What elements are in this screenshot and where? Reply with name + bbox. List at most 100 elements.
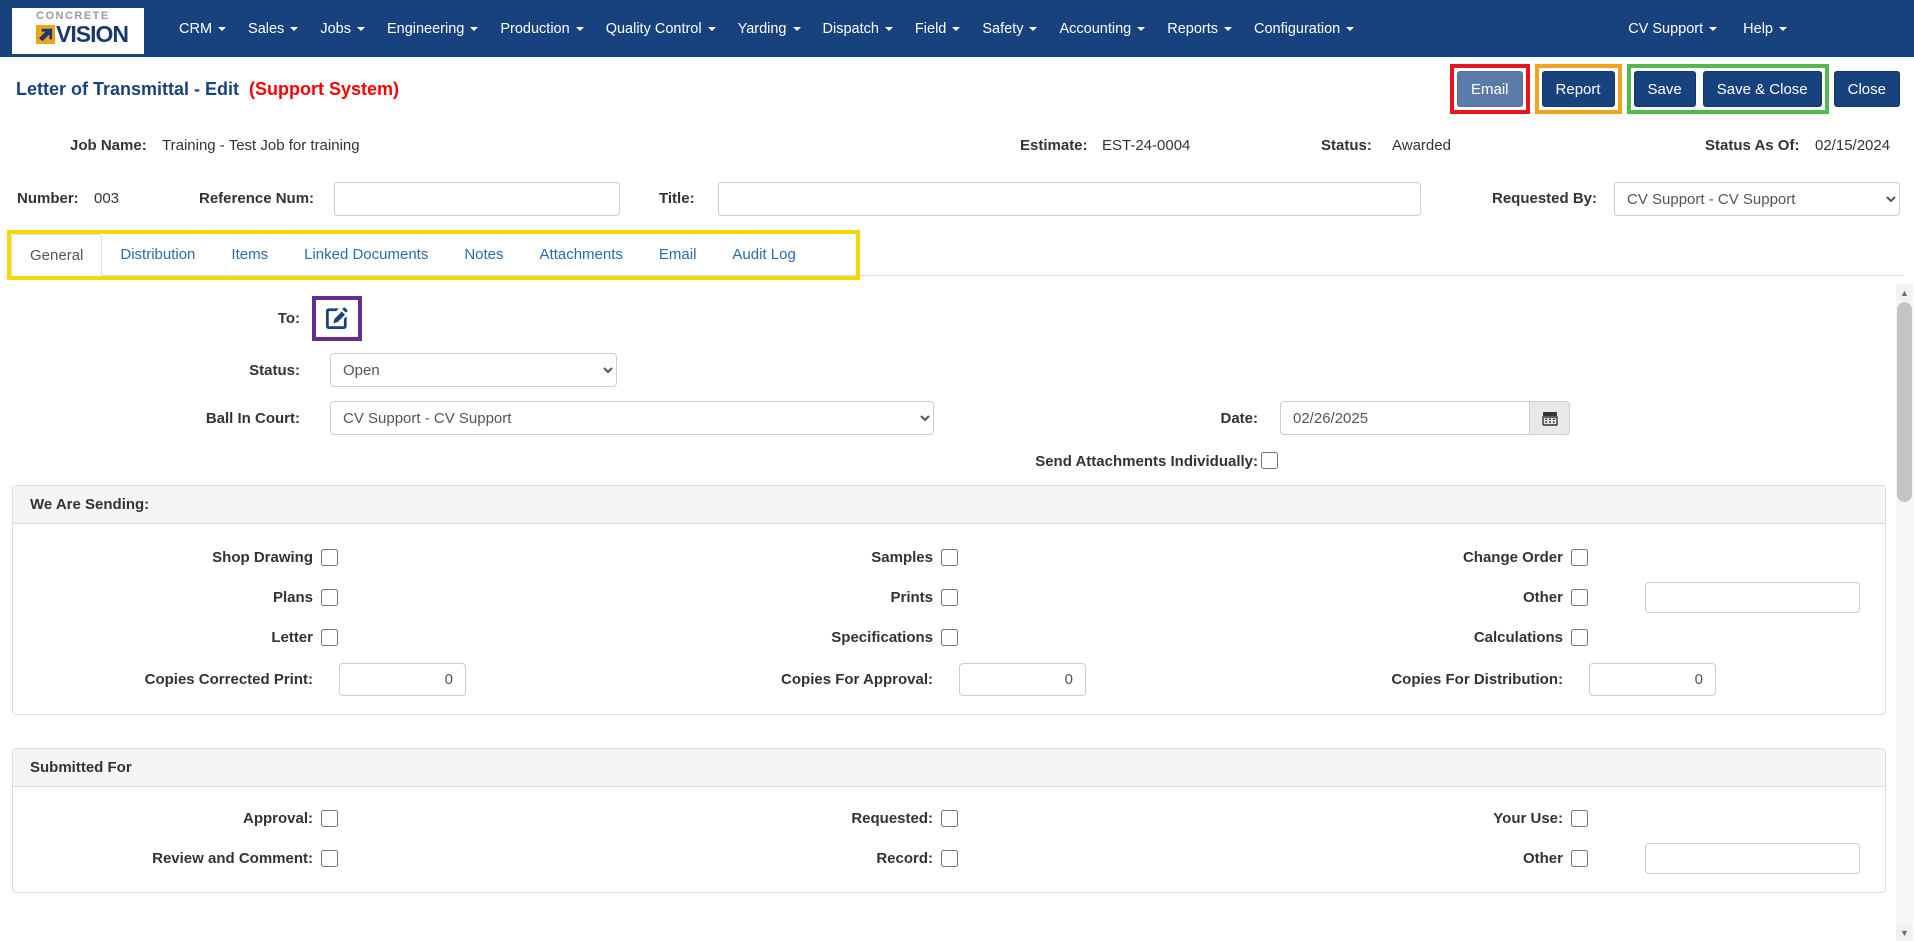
status-label: Status: xyxy=(1321,137,1372,154)
annotation-red-box: Email xyxy=(1450,64,1530,114)
tab-audit-log[interactable]: Audit Log xyxy=(714,234,813,276)
nav-item-sales[interactable]: Sales xyxy=(239,13,307,45)
status-select[interactable]: Open xyxy=(330,353,617,387)
report-button[interactable]: Report xyxy=(1541,71,1615,107)
save-button[interactable]: Save xyxy=(1633,71,1696,107)
send-attachments-label: Send Attachments Individually: xyxy=(1035,452,1258,470)
requested-by-select[interactable]: CV Support - CV Support xyxy=(1614,182,1900,216)
calculations-checkbox[interactable] xyxy=(1571,628,1588,646)
tab-linked-documents[interactable]: Linked Documents xyxy=(286,234,446,276)
caret-down-icon xyxy=(1709,26,1718,31)
nav-right-menu: CV Support Help xyxy=(1619,13,1914,45)
caret-down-icon xyxy=(1224,26,1232,31)
prints-checkbox[interactable] xyxy=(941,588,958,606)
caret-down-icon xyxy=(218,26,227,31)
nav-item-crm[interactable]: CRM xyxy=(170,13,235,45)
nav-item-accounting[interactable]: Accounting xyxy=(1050,13,1154,45)
copies-corrected-print-label: Copies Corrected Print: xyxy=(144,670,313,688)
caret-down-icon xyxy=(470,26,479,31)
nav-item-configuration[interactable]: Configuration xyxy=(1245,13,1363,45)
reference-num-label: Reference Num: xyxy=(199,190,315,207)
number-value: 003 xyxy=(94,190,120,207)
estimate-value: EST-24-0004 xyxy=(1102,137,1191,154)
nav-item-production[interactable]: Production xyxy=(491,13,592,45)
annotation-yellow-box: General Distribution Items Linked Docume… xyxy=(7,230,860,280)
tab-notes[interactable]: Notes xyxy=(446,234,521,276)
date-input[interactable] xyxy=(1280,401,1530,435)
estimate-label: Estimate: xyxy=(1020,137,1088,154)
nav-item-yarding[interactable]: Yarding xyxy=(729,13,810,45)
tab-general[interactable]: General xyxy=(11,234,103,276)
tabs-row: General Distribution Items Linked Docume… xyxy=(0,229,1914,281)
calendar-button[interactable] xyxy=(1530,401,1570,435)
we-are-sending-header: We Are Sending: xyxy=(13,486,1885,524)
tab-attachments[interactable]: Attachments xyxy=(522,234,641,276)
annotation-orange-box: Report xyxy=(1534,64,1622,114)
plans-checkbox[interactable] xyxy=(321,588,338,606)
calendar-icon xyxy=(1541,412,1558,426)
caret-down-icon xyxy=(290,26,299,31)
letter-checkbox[interactable] xyxy=(321,628,338,646)
nav-item-jobs[interactable]: Jobs xyxy=(311,13,374,45)
vertical-scrollbar[interactable]: ▲ ▼ xyxy=(1896,284,1913,941)
tab-items[interactable]: Items xyxy=(213,234,286,276)
submitted-for-panel: Submitted For Approval: Requested: Your … xyxy=(12,748,1886,893)
nav-item-safety[interactable]: Safety xyxy=(973,13,1046,45)
submitted-other-checkbox[interactable] xyxy=(1571,849,1588,867)
copies-for-distribution-input[interactable] xyxy=(1589,662,1716,696)
scrollbar-down-button[interactable]: ▼ xyxy=(1896,924,1913,941)
tab-email[interactable]: Email xyxy=(641,234,715,276)
shop-drawing-checkbox[interactable] xyxy=(321,548,338,566)
job-info-row: Job Name: Training - Test Job for traini… xyxy=(0,137,1914,157)
save-and-close-button[interactable]: Save & Close xyxy=(1702,71,1822,107)
caret-down-icon xyxy=(707,26,716,31)
to-label: To: xyxy=(277,309,300,327)
change-order-checkbox[interactable] xyxy=(1571,548,1588,566)
ball-in-court-select[interactable]: CV Support - CV Support xyxy=(330,401,934,435)
requested-checkbox[interactable] xyxy=(941,809,958,827)
reference-num-input[interactable] xyxy=(334,182,620,216)
review-and-comment-checkbox[interactable] xyxy=(321,849,338,867)
title-input[interactable] xyxy=(718,182,1421,216)
edit-to-button[interactable] xyxy=(326,307,348,329)
caret-down-icon xyxy=(575,26,584,31)
page-title: Letter of Transmittal - Edit xyxy=(16,78,240,99)
caret-down-icon xyxy=(792,26,801,31)
samples-checkbox[interactable] xyxy=(941,548,958,566)
nav-item-field[interactable]: Field xyxy=(906,13,969,45)
logo-arrow-icon xyxy=(36,24,55,44)
submitted-row-2: Review and Comment: Record: Other xyxy=(13,841,1885,875)
submitted-other-input[interactable] xyxy=(1645,842,1860,874)
nav-item-dispatch[interactable]: Dispatch xyxy=(814,13,902,45)
nav-item-help[interactable]: Help xyxy=(1734,13,1796,45)
tab-distribution[interactable]: Distribution xyxy=(102,234,213,276)
caret-down-icon xyxy=(1029,26,1038,31)
requested-by-label: Requested By: xyxy=(1492,190,1598,207)
scrollbar-thumb[interactable] xyxy=(1897,302,1912,502)
copies-for-approval-input[interactable] xyxy=(959,662,1086,696)
sending-other-checkbox[interactable] xyxy=(1571,588,1588,606)
nav-item-engineering[interactable]: Engineering xyxy=(378,13,487,45)
approval-checkbox[interactable] xyxy=(321,809,338,827)
close-button[interactable]: Close xyxy=(1833,71,1900,107)
nav-item-user[interactable]: CV Support xyxy=(1619,13,1726,45)
annotation-purple-box xyxy=(312,295,362,341)
copies-corrected-print-input[interactable] xyxy=(339,662,466,696)
send-attachments-checkbox[interactable] xyxy=(1261,452,1278,469)
shop-drawing-label: Shop Drawing xyxy=(212,548,313,566)
sending-other-input[interactable] xyxy=(1645,581,1860,613)
email-button[interactable]: Email xyxy=(1457,71,1523,107)
record-checkbox[interactable] xyxy=(941,849,958,867)
your-use-checkbox[interactable] xyxy=(1571,809,1588,827)
scrollbar-up-button[interactable]: ▲ xyxy=(1896,284,1913,301)
record-label: Record: xyxy=(876,849,933,867)
page-subtitle: (Support System) xyxy=(249,78,400,99)
ball-in-court-label: Ball In Court: xyxy=(205,409,300,427)
specifications-checkbox[interactable] xyxy=(941,628,958,646)
app-logo[interactable]: CONCRETE VISION xyxy=(12,8,144,54)
top-navbar: CONCRETE VISION CRM Sales Jobs Engineeri… xyxy=(0,0,1914,57)
caret-down-icon xyxy=(1346,26,1355,31)
caret-down-icon xyxy=(952,26,961,31)
nav-item-quality-control[interactable]: Quality Control xyxy=(597,13,725,45)
nav-item-reports[interactable]: Reports xyxy=(1158,13,1241,45)
